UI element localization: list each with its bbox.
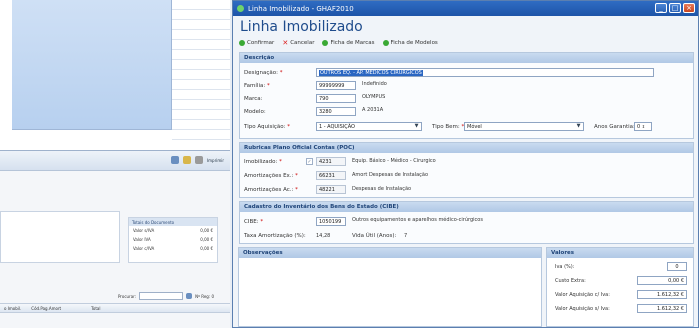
descricao-section: Descrição Designação: * OUTROS EQ. - AP.… xyxy=(239,52,694,139)
background-window-top xyxy=(0,0,230,150)
valor-aquisicao-com-iva-input[interactable]: 1.612,32 € xyxy=(637,290,687,299)
amortizacoes-ex-code[interactable]: 66231 xyxy=(316,171,346,180)
window-titlebar[interactable]: Linha Imobilizado - GHAF2010 _ □ × xyxy=(233,1,698,16)
search-icon[interactable] xyxy=(186,293,193,299)
grid-column-header[interactable]: Cód.Pag.Amort xyxy=(31,306,61,311)
grid-column-header[interactable]: Total xyxy=(91,306,100,311)
totals-row: Valor s/IVA 0,00 € xyxy=(133,228,213,233)
background-panel xyxy=(12,0,172,130)
tools-icon[interactable] xyxy=(170,156,179,164)
background-form-panel xyxy=(0,211,120,263)
folder-icon[interactable] xyxy=(182,156,191,164)
taxa-amortizacao-value: 14,28 xyxy=(316,233,331,239)
chevron-down-icon: ▼ xyxy=(414,123,419,129)
cibe-section: Cadastro do Inventário dos Bens do Estad… xyxy=(239,201,694,244)
ficha-modelos-button[interactable]: Ficha de Modelos xyxy=(382,40,438,46)
modelo-label: Modelo: xyxy=(244,109,266,115)
marcas-icon xyxy=(322,40,329,46)
imobilizado-description: Equip. Básico - Médico - Cirurgico xyxy=(352,158,436,164)
maximize-button[interactable]: □ xyxy=(669,3,681,13)
page-title: Linha Imobilizado xyxy=(240,19,363,35)
anos-garantia-stepper[interactable]: 0 ⇕ xyxy=(634,122,652,131)
valores-section: Valores Iva (%): 0 Custo Extra: 0,00 € V… xyxy=(546,247,694,327)
imobilizado-code[interactable]: 4231 xyxy=(316,157,346,166)
action-toolbar: Confirmar ✕ Cancelar Ficha de Marcas Fic… xyxy=(233,37,698,49)
iva-input[interactable]: 0 xyxy=(667,262,687,271)
custo-extra-input[interactable]: 0,00 € xyxy=(637,276,687,285)
observacoes-textarea[interactable] xyxy=(239,258,541,326)
tipo-bem-label: Tipo Bem: * xyxy=(432,124,465,130)
amortizacoes-ac-description: Despesas de Instalação xyxy=(352,186,412,192)
vida-util-value: 7 xyxy=(404,233,408,239)
modelo-description: A 2031A xyxy=(362,107,384,113)
window-title: Linha Imobilizado - GHAF2010 xyxy=(248,4,354,13)
print-label: Imprimir xyxy=(206,157,224,163)
confirm-icon xyxy=(239,40,245,46)
familia-label: Família: * xyxy=(244,83,270,89)
search-input[interactable] xyxy=(139,292,184,300)
search-label: Procurar: xyxy=(117,293,137,299)
anos-garantia-label: Anos Garantia: xyxy=(594,124,635,130)
familia-description: Indefinido xyxy=(362,81,387,87)
background-table xyxy=(172,0,230,150)
totals-row: Valor IVA 0,00 € xyxy=(133,237,213,242)
tipo-bem-select[interactable]: Móvel ▼ xyxy=(464,122,584,131)
cibe-description: Outros equipamentos e aparelhos médico-c… xyxy=(352,217,483,223)
amortizacoes-ac-label: Amortizações Ac.: * xyxy=(244,187,298,193)
iva-label: Iva (%): xyxy=(555,264,575,270)
app-icon xyxy=(237,5,244,12)
cibe-label: CIBE: * xyxy=(244,219,264,225)
vida-util-label: Vida Útil (Anos): xyxy=(352,233,397,239)
taxa-amortizacao-label: Taxa Amortização (%): xyxy=(244,233,306,239)
custo-extra-label: Custo Extra: xyxy=(555,278,586,284)
totals-panel: Totais do Documento Valor s/IVA 0,00 € V… xyxy=(128,217,218,263)
poc-section: Rubricas Plano Oficial Contas (POC) Imob… xyxy=(239,142,694,198)
descricao-header: Descrição xyxy=(240,53,693,63)
modelo-input[interactable]: 3280 xyxy=(316,107,356,116)
background-toolbar: Imprimir xyxy=(0,151,230,171)
background-grid-header: o Imobil. Cód.Pag.Amort Total xyxy=(0,303,230,313)
confirm-button[interactable]: Confirmar xyxy=(239,40,274,46)
amortizacoes-ex-description: Amort Despesas de Instalação xyxy=(352,172,429,178)
printer-icon[interactable] xyxy=(194,156,203,164)
marca-input[interactable]: 790 xyxy=(316,94,356,103)
amortizacoes-ex-label: Amortizações Ex.: * xyxy=(244,173,298,179)
designacao-label: Designação: * xyxy=(244,70,283,76)
background-window-bottom: Imprimir Totais do Documento Valor s/IVA… xyxy=(0,150,230,328)
modelos-icon xyxy=(382,40,389,46)
poc-header: Rubricas Plano Oficial Contas (POC) xyxy=(240,143,693,153)
cibe-header: Cadastro do Inventário dos Bens do Estad… xyxy=(240,202,693,212)
observacoes-section: Observações xyxy=(238,247,542,327)
valores-header: Valores xyxy=(547,248,693,258)
totals-header: Totais do Documento xyxy=(129,218,217,226)
amortizacoes-ac-code[interactable]: 48221 xyxy=(316,185,346,194)
tipo-aquisicao-label: Tipo Aquisição: * xyxy=(244,124,290,130)
chevron-down-icon: ▼ xyxy=(576,123,581,129)
grid-column-header[interactable]: o Imobil. xyxy=(4,306,21,311)
ficha-marcas-button[interactable]: Ficha de Marcas xyxy=(322,40,375,46)
valor-aquisicao-sem-iva-label: Valor Aquisição s/ Iva: xyxy=(555,306,610,312)
marca-description: OLYMPUS xyxy=(362,94,386,100)
minimize-button[interactable]: _ xyxy=(655,3,667,13)
cancel-button[interactable]: ✕ Cancelar xyxy=(282,39,314,47)
valor-aquisicao-com-iva-label: Valor Aquisição c/ Iva: xyxy=(555,292,610,298)
background-search-row: Procurar: Nº Reg: 0 xyxy=(0,289,230,303)
close-button[interactable]: × xyxy=(683,3,695,13)
imobilizado-checkbox[interactable]: ✓ xyxy=(306,158,313,165)
observacoes-header: Observações xyxy=(239,248,541,258)
cancel-icon: ✕ xyxy=(282,39,289,47)
cibe-input[interactable]: 1050199 xyxy=(316,217,346,226)
designacao-input[interactable]: OUTROS EQ. - AP. MEDICOS CIRURGICOS xyxy=(316,68,654,77)
valor-aquisicao-sem-iva-input[interactable]: 1.612,32 € xyxy=(637,304,687,313)
totals-row: Valor c/IVA 0,00 € xyxy=(133,246,213,251)
marca-label: Marca: xyxy=(244,96,263,102)
record-count: Nº Reg: 0 xyxy=(195,293,214,299)
familia-input[interactable]: 99999999 xyxy=(316,81,356,90)
imobilizado-label: Imobilizado: * xyxy=(244,159,282,165)
tipo-aquisicao-select[interactable]: 1 - AQUISIÇÃO ▼ xyxy=(316,122,422,131)
